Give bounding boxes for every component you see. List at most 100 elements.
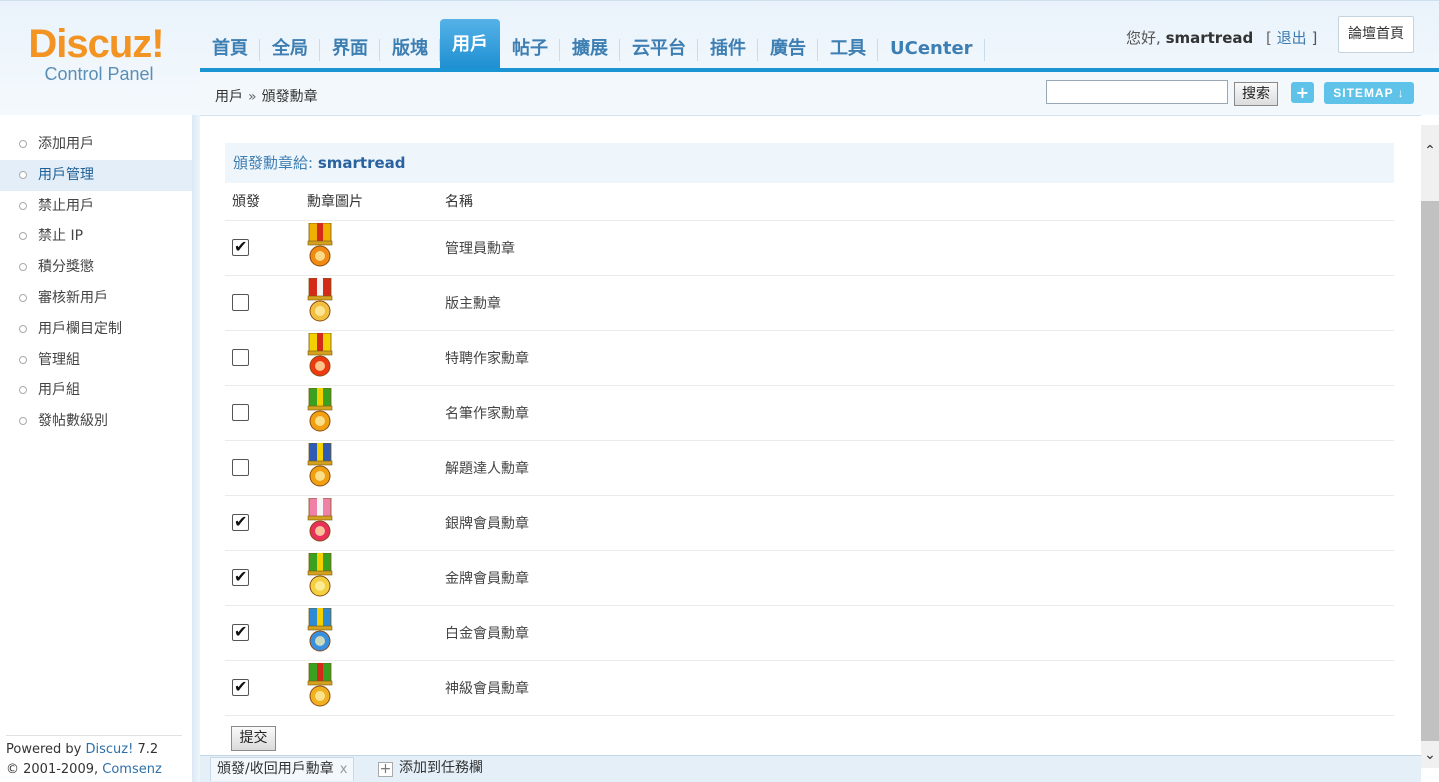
sidebar-menu: 添加用戶用戶管理 禁止用戶 禁止 IP 積分獎懲 審核新用戶用戶欄目定制管理組用戶組發帖…: [0, 129, 192, 437]
award-checkbox[interactable]: [232, 294, 249, 311]
medal-image-cell: [300, 220, 438, 276]
section-title-prefix: 頒發勳章給:: [233, 154, 318, 172]
table-row: 白金會員勳章: [225, 605, 1394, 661]
discuz-link[interactable]: Discuz!: [85, 742, 133, 757]
sidebar-item-7[interactable]: 管理組: [0, 345, 192, 376]
award-cell: [225, 660, 300, 716]
forum-home-button[interactable]: 論壇首頁: [1338, 16, 1414, 53]
sidebar-item-3[interactable]: 禁止 IP: [0, 221, 192, 252]
bullet-icon: [19, 201, 27, 210]
award-checkbox[interactable]: [232, 404, 249, 421]
table-row: 名筆作家勳章: [225, 385, 1394, 441]
nav-tab-2[interactable]: 界面: [320, 23, 380, 69]
logo-brand: Discuz!: [28, 22, 164, 66]
sidebar-item-5[interactable]: 審核新用戶: [0, 283, 192, 314]
medal-table-body: 管理員勳章 版主勳章 特聘作家勳章 名筆作家勳章 解題達人勳章 銀牌會員勳章: [225, 220, 1394, 716]
sidebar-item-1[interactable]: 用戶管理: [0, 159, 192, 191]
medal-divine-member-icon: [307, 662, 438, 713]
medal-silver-member-icon: [307, 497, 438, 548]
bullet-icon: [19, 417, 27, 426]
scroll-down-arrow-icon[interactable]: ⌄: [1421, 743, 1439, 768]
task-tab[interactable]: 頒發/收回用戶勳章 x: [210, 757, 355, 781]
medal-image-cell: [300, 550, 438, 606]
bracket-open: [: [1266, 29, 1272, 47]
sidebar-item-8[interactable]: 用戶組: [0, 375, 192, 406]
submit-button[interactable]: 提交: [231, 726, 276, 751]
medal-image-cell: [300, 385, 438, 441]
nav-tab-3[interactable]: 版塊: [380, 23, 440, 69]
sidebar-item-6[interactable]: 用戶欄目定制: [0, 314, 192, 345]
logo[interactable]: Discuz! Control Panel: [0, 21, 192, 111]
header-name: 名稱: [438, 183, 1394, 221]
breadcrumb-arrow: »: [248, 89, 257, 105]
medal-name: 特聘作家勳章: [438, 330, 1394, 386]
sidebar-item-label: 用戶組: [38, 382, 80, 399]
nav-tab-11[interactable]: UCenter: [878, 23, 985, 69]
scroll-up-arrow-icon[interactable]: ⌃: [1421, 125, 1439, 175]
medal-name: 名筆作家勳章: [438, 385, 1394, 441]
nav-tab-9[interactable]: 廣告: [758, 23, 818, 69]
sidebar-item-2[interactable]: 禁止用戶: [0, 191, 192, 222]
award-checkbox[interactable]: [232, 349, 249, 366]
award-cell: [225, 220, 300, 276]
taskbar: 頒發/收回用戶勳章 x + 添加到任務欄: [200, 755, 1421, 782]
award-checkbox[interactable]: [232, 237, 249, 256]
add-to-taskbar[interactable]: + 添加到任務欄: [378, 758, 483, 778]
sidebar-item-4[interactable]: 積分獎懲: [0, 252, 192, 283]
nav-tab-label: 界面: [332, 38, 368, 59]
scroll-thumb[interactable]: [1421, 201, 1439, 741]
table-row: 特聘作家勳章: [225, 330, 1394, 386]
app-window: Discuz! Control Panel 首頁 全局 界面 版塊 用戶 帖子 擴展 云平台插…: [0, 0, 1439, 782]
medal-image-cell: [300, 330, 438, 386]
nav-tab-6[interactable]: 擴展: [560, 23, 620, 69]
nav-tab-0[interactable]: 首頁: [200, 23, 260, 69]
table-row: 神級會員勳章: [225, 660, 1394, 716]
sidebar-item-label: 用戶欄目定制: [38, 320, 122, 337]
logout-link[interactable]: 退出: [1277, 29, 1307, 47]
section-title: 頒發勳章給: smartread: [225, 143, 1394, 183]
award-checkbox[interactable]: [232, 512, 249, 531]
sidebar-item-label: 添加用戶: [38, 136, 94, 152]
powered-version: 7.2: [133, 742, 159, 757]
medal-image-cell: [300, 605, 438, 661]
nav-tab-1[interactable]: 全局: [260, 23, 320, 69]
bullet-icon: [19, 232, 27, 241]
nav-tab-5[interactable]: 帖子: [500, 23, 560, 69]
medal-name: 神級會員勳章: [438, 660, 1394, 716]
nav-tab-label: 云平台: [632, 38, 686, 59]
search-button[interactable]: 搜索: [1234, 82, 1278, 106]
nav-tab-label: 工具: [830, 38, 866, 59]
main-content: 頒發勳章給: smartread 頒發 勳章圖片 名稱 管理員勳章 版主勳章: [200, 115, 1421, 755]
medal-image-cell: [300, 495, 438, 551]
breadcrumb-parent[interactable]: 用戶: [215, 89, 243, 105]
vertical-scrollbar[interactable]: ⌃ ⌄: [1421, 125, 1439, 768]
sidebar-item-0[interactable]: 添加用戶: [0, 129, 192, 160]
award-cell: [225, 385, 300, 441]
nav-tab-7[interactable]: 云平台: [620, 23, 698, 69]
medal-table: 頒發 勳章圖片 名稱 管理員勳章 版主勳章 特聘作家勳章 名筆作家勳章: [225, 183, 1394, 716]
nav-tab-label: 插件: [710, 38, 746, 59]
nav-tab-10[interactable]: 工具: [818, 23, 878, 69]
powered-by: Powered by Discuz! 7.2 © 2001-2009, Coms…: [6, 735, 182, 782]
sitemap-button[interactable]: SITEMAP ↓: [1324, 82, 1414, 104]
nav-tab-4[interactable]: 用戶: [440, 19, 500, 69]
sidebar-item-label: 發帖數級別: [38, 413, 108, 430]
search-input[interactable]: [1046, 80, 1228, 104]
table-row: 金牌會員勳章: [225, 550, 1394, 606]
medal-moderator-icon: [307, 277, 438, 328]
add-shortcut-button[interactable]: +: [1291, 82, 1314, 103]
sidebar-item-9[interactable]: 發帖數級別: [0, 406, 192, 437]
award-checkbox[interactable]: [232, 677, 249, 696]
award-checkbox[interactable]: [232, 622, 249, 641]
award-checkbox[interactable]: [232, 567, 249, 586]
nav-tab-8[interactable]: 插件: [698, 23, 758, 69]
bullet-icon: [19, 324, 27, 333]
medal-platinum-member-icon: [307, 607, 438, 658]
award-checkbox[interactable]: [232, 459, 249, 476]
greeting: 您好,: [1126, 29, 1161, 47]
medal-famous-writer-icon: [307, 387, 438, 438]
award-cell: [225, 440, 300, 496]
bullet-icon: [19, 170, 27, 179]
nav-tab-label: 首頁: [212, 38, 248, 59]
close-icon[interactable]: x: [340, 762, 348, 777]
